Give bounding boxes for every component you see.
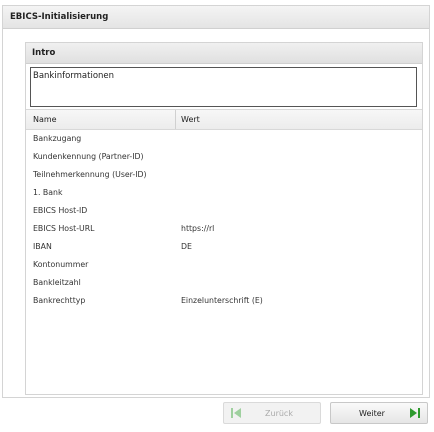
table-header: Name Wert	[26, 109, 422, 130]
column-header-value[interactable]: Wert	[176, 110, 200, 129]
table-row[interactable]: IBAN DE	[26, 238, 422, 256]
dialog-footer: Zurück Weiter	[0, 398, 434, 432]
cell-name: IBAN	[33, 242, 52, 251]
cell-name: Kundenkennung (Partner-ID)	[33, 152, 144, 161]
cell-value: https://rl	[181, 224, 215, 233]
cell-name: Bankzugang	[33, 134, 82, 143]
cell-name: Bankleitzahl	[33, 278, 81, 287]
next-button[interactable]: Weiter	[330, 402, 428, 424]
table-row[interactable]: EBICS Host-URL https://rl	[26, 220, 422, 238]
ebics-dialog: EBICS-Initialisierung Intro Bankinformat…	[2, 5, 430, 398]
cell-name: Teilnehmerkennung (User-ID)	[33, 170, 147, 179]
cell-value	[176, 202, 181, 220]
cell-value	[176, 130, 181, 148]
table-row[interactable]: Bankrechttyp Einzelunterschrift (E)	[26, 292, 422, 310]
table-row[interactable]: Kontonummer	[26, 256, 422, 274]
column-header-name[interactable]: Name	[26, 110, 176, 129]
cell-value	[176, 256, 181, 274]
cell-value	[176, 166, 181, 184]
back-button-label: Zurück	[265, 408, 293, 418]
cell-name: EBICS Host-URL	[33, 224, 95, 233]
back-button[interactable]: Zurück	[223, 402, 321, 424]
panel-title: Intro	[26, 43, 422, 64]
intro-panel: Intro Bankinformationen Name Wert Bankzu…	[25, 42, 423, 395]
cell-name: 1. Bank	[33, 188, 63, 197]
table-row[interactable]: Bankzugang	[26, 130, 422, 148]
cell-name: Kontonummer	[33, 260, 89, 269]
table-row[interactable]: Kundenkennung (Partner-ID)	[26, 148, 422, 166]
cell-name: EBICS Host-ID	[33, 206, 88, 215]
table-row[interactable]: Bankleitzahl	[26, 274, 422, 292]
cell-value	[176, 274, 181, 292]
cell-value: Einzelunterschrift (E)	[181, 296, 263, 305]
intro-textbox: Bankinformationen	[30, 67, 417, 107]
table-row[interactable]: Teilnehmerkennung (User-ID)	[26, 166, 422, 184]
table-row[interactable]: 1. Bank	[26, 184, 422, 202]
cell-value	[176, 148, 181, 166]
table-body: Bankzugang Kundenkennung (Partner-ID) Teil…	[26, 130, 422, 310]
cell-name: Bankrechttyp	[33, 296, 86, 305]
bank-info-table: Name Wert Bankzugang Kundenkennung (Partn…	[26, 109, 422, 310]
next-button-label: Weiter	[359, 408, 385, 418]
table-row[interactable]: EBICS Host-ID	[26, 202, 422, 220]
dialog-title: EBICS-Initialisierung	[3, 6, 429, 29]
cell-value: DE	[181, 242, 192, 251]
skip-forward-icon	[410, 408, 420, 418]
cell-value	[176, 184, 181, 202]
